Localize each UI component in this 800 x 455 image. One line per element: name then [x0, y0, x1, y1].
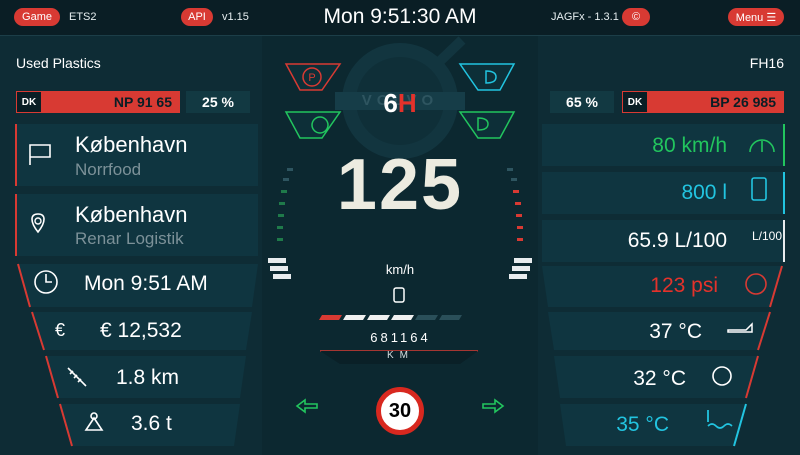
truck-damage: 65 % [550, 91, 614, 113]
odometer: 681164 [370, 330, 431, 345]
water-temperature: 35 °C [616, 413, 669, 436]
truck-model: FH16 [749, 55, 784, 71]
gear-range: H [397, 88, 417, 118]
eta-time: Mon 9:51 AM [84, 272, 208, 295]
trailer-damage: 25 % [186, 91, 250, 113]
truck-plate-number: BP 26 985 [710, 94, 776, 110]
cargo-weight: 3.6 t [131, 412, 172, 435]
cargo-name: Used Plastics [16, 55, 101, 71]
speed-unit: km/h [385, 262, 415, 277]
source-city: København [75, 132, 188, 157]
speed-value: 125 [320, 148, 480, 222]
euro-icon: € [55, 320, 65, 340]
job-income: € 12,532 [100, 319, 182, 342]
gear-indicator: 6H [360, 88, 440, 119]
trailer-license-plate: DK NP 91 65 [16, 91, 180, 113]
speed-limit-sign: 30 [376, 387, 424, 435]
svg-text:P: P [308, 72, 315, 84]
odometer-unit: KM [387, 350, 414, 361]
trailer-plate-number: NP 91 65 [113, 94, 172, 110]
fuel-amount: 800 l [681, 181, 727, 204]
fuel-consumption: 65.9 L/100 [627, 229, 727, 252]
consumption-icon: L/100 [752, 229, 782, 243]
speed-digits: 125 [336, 145, 464, 225]
destination-company: Renar Logistik [75, 229, 184, 248]
truck-plate-country: DK [622, 91, 648, 113]
trailer-plate-country: DK [16, 91, 42, 113]
gear-number: 6 [383, 88, 398, 118]
source-company: Norrfood [75, 160, 142, 179]
remaining-distance: 1.8 km [116, 366, 180, 389]
air-pressure: 123 psi [650, 274, 718, 297]
brake-temperature: 32 °C [633, 367, 686, 390]
cruise-speed: 80 km/h [652, 134, 727, 157]
destination-city: København [75, 202, 188, 227]
truck-license-plate: DK BP 26 985 [622, 91, 784, 113]
oil-temperature: 37 °C [649, 320, 702, 343]
